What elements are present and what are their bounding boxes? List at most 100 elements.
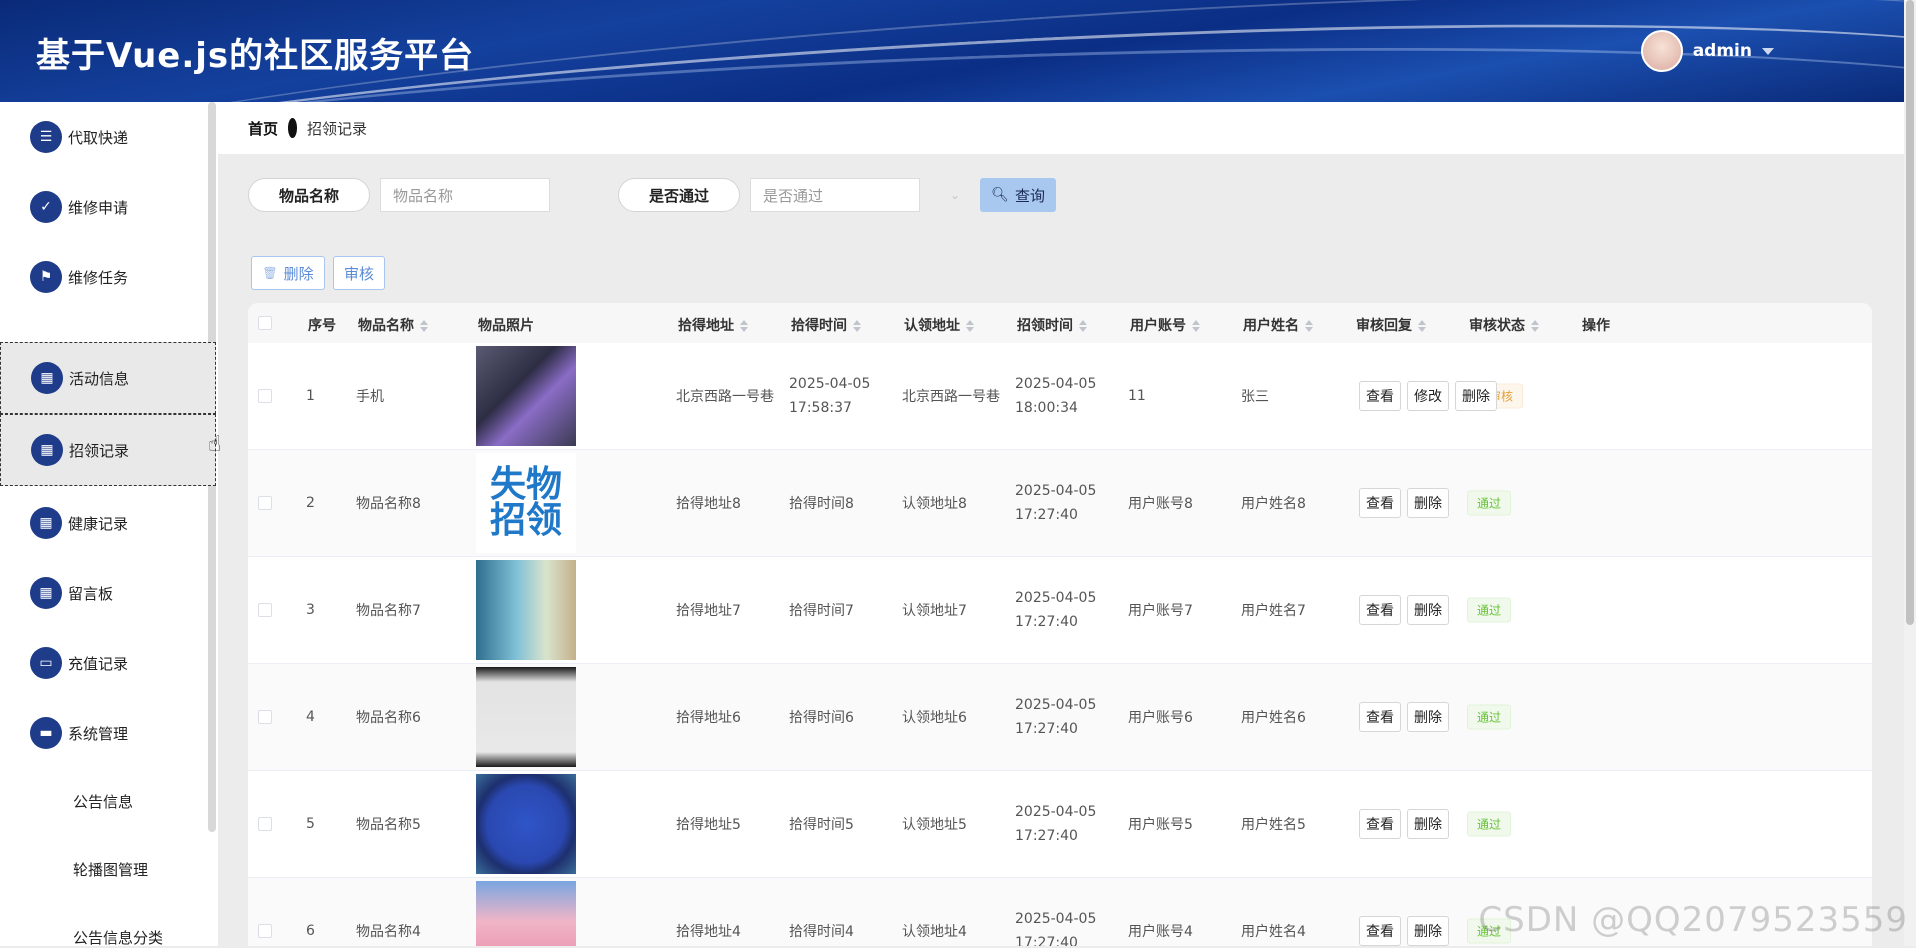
sort-icon[interactable] [966, 320, 974, 332]
sidebar-item-label: 系统管理 [68, 723, 128, 744]
cell-found-time: 拾得时间5 [789, 814, 854, 834]
sort-icon[interactable] [1418, 320, 1426, 332]
column-header-label: 审核状态 [1469, 318, 1525, 334]
page-scrollbar-thumb[interactable] [1906, 0, 1914, 625]
view-button[interactable]: 查看 [1359, 595, 1401, 625]
item-photo[interactable] [476, 774, 576, 874]
top-header: 基于Vue.js的社区服务平台 admin [0, 0, 1904, 102]
sidebar-subitem-carousel[interactable]: 轮播图管理 [73, 859, 148, 880]
sidebar-subitem-notice[interactable]: 公告信息 [73, 791, 133, 812]
item-photo[interactable]: 失物 招领 [476, 453, 576, 553]
pass-status-select[interactable]: 是否通过 [750, 178, 920, 212]
sidebar-subitem-notice-category[interactable]: 公告信息分类 [73, 927, 163, 948]
sidebar-item-label: 健康记录 [68, 513, 128, 534]
view-button[interactable]: 查看 [1359, 488, 1401, 518]
watermark: CSDN @QQ2079523559 [1478, 900, 1908, 940]
sidebar-item-repair-task[interactable]: ⚑ 维修任务 [0, 242, 216, 312]
avatar[interactable] [1641, 30, 1683, 72]
sort-icon[interactable] [1079, 320, 1087, 332]
username-label[interactable]: admin [1693, 41, 1752, 61]
sidebar-item-recharge[interactable]: ▭ 充值记录 [0, 628, 216, 698]
column-header-reply[interactable]: 审核回复 [1356, 315, 1426, 335]
cell-found-address: 北京西路一号巷 [676, 386, 774, 406]
column-header-photo: 物品照片 [478, 315, 534, 335]
row-checkbox[interactable] [258, 389, 272, 403]
view-button[interactable]: 查看 [1359, 381, 1401, 411]
delete-button[interactable]: 删除 [1407, 595, 1449, 625]
cell-username: 张三 [1241, 386, 1269, 406]
sort-icon[interactable] [740, 320, 748, 332]
cell-claim-address: 认领地址6 [902, 707, 967, 727]
clipboard-icon: ✓ [30, 191, 62, 223]
breadcrumb-home[interactable]: 首页 [248, 118, 278, 139]
column-header-found-time[interactable]: 拾得时间 [791, 315, 861, 335]
row-checkbox[interactable] [258, 710, 272, 724]
row-actions: 查看 修改 删除 [1359, 381, 1497, 411]
sort-icon[interactable] [1192, 320, 1200, 332]
view-button[interactable]: 查看 [1359, 809, 1401, 839]
item-photo[interactable] [476, 881, 576, 946]
sidebar-item-system[interactable]: ▬ 系统管理 [0, 698, 216, 768]
sidebar-item-activity[interactable]: ▦ 活动信息 [0, 342, 216, 414]
view-button[interactable]: 查看 [1359, 702, 1401, 732]
flag-icon: ⚑ [30, 261, 62, 293]
sidebar-item-label: 招领记录 [69, 440, 129, 461]
column-header-label: 用户账号 [1130, 318, 1186, 334]
cell-account: 用户账号5 [1128, 814, 1193, 834]
item-photo[interactable] [476, 346, 576, 446]
cell-found-time: 拾得时间4 [789, 921, 854, 941]
delete-button[interactable]: 删除 [1407, 809, 1449, 839]
cell-index: 4 [306, 709, 315, 725]
cell-found-time: 拾得时间7 [789, 600, 854, 620]
row-checkbox[interactable] [258, 817, 272, 831]
cell-claim-address: 认领地址5 [902, 814, 967, 834]
column-header-status[interactable]: 审核状态 [1469, 315, 1539, 335]
column-header-claim-time[interactable]: 招领时间 [1017, 315, 1087, 335]
edit-button[interactable]: 修改 [1407, 381, 1449, 411]
delete-button[interactable]: 删除 [1407, 702, 1449, 732]
page-scrollbar[interactable] [1904, 0, 1916, 946]
sidebar-item-health[interactable]: ▦ 健康记录 [0, 488, 216, 558]
column-header-label: 审核回复 [1356, 318, 1412, 334]
sort-icon[interactable] [1305, 320, 1313, 332]
status-badge: 通过 [1467, 705, 1511, 730]
view-button[interactable]: 查看 [1359, 916, 1401, 946]
caret-down-icon[interactable] [1762, 48, 1774, 55]
query-button[interactable]: 🔍︎ 查询 [980, 178, 1056, 212]
chevron-down-icon[interactable]: ⌄ [950, 188, 960, 202]
sidebar-item-repair-apply[interactable]: ✓ 维修申请 [0, 172, 216, 242]
row-checkbox[interactable] [258, 603, 272, 617]
delete-button[interactable]: 删除 [1407, 488, 1449, 518]
item-photo[interactable] [476, 560, 576, 660]
table-header: 序号 物品名称 物品照片 拾得地址 拾得时间 认领地址 招领时间 用户账号 用户… [248, 303, 1872, 343]
column-header-found-address[interactable]: 拾得地址 [678, 315, 748, 335]
delete-button[interactable]: 删除 [1407, 916, 1449, 946]
item-photo[interactable] [476, 667, 576, 767]
column-header-account[interactable]: 用户账号 [1130, 315, 1200, 335]
sidebar-item-express[interactable]: ☰ 代取快递 [0, 102, 216, 172]
sidebar-item-message-board[interactable]: ▦ 留言板 [0, 558, 216, 628]
sort-icon[interactable] [1531, 320, 1539, 332]
row-checkbox[interactable] [258, 496, 272, 510]
row-checkbox[interactable] [258, 924, 272, 938]
column-header-claim-address[interactable]: 认领地址 [904, 315, 974, 335]
batch-delete-button[interactable]: 🗑︎ 删除 [251, 256, 325, 290]
ticket-icon: ▬ [30, 717, 62, 749]
sidebar-item-label: 维修任务 [68, 267, 128, 288]
column-header-username[interactable]: 用户姓名 [1243, 315, 1313, 335]
list-icon: ☰ [30, 121, 62, 153]
sort-icon[interactable] [853, 320, 861, 332]
sort-icon[interactable] [420, 320, 428, 332]
table-row: 4 物品名称6 拾得地址6 拾得时间6 认领地址6 2025-04-05 17:… [248, 664, 1872, 771]
select-all-checkbox[interactable] [258, 316, 272, 330]
delete-button[interactable]: 删除 [1455, 381, 1497, 411]
column-header-name[interactable]: 物品名称 [358, 315, 428, 335]
cell-found-time: 2025-04-05 17:58:37 [789, 372, 885, 420]
item-name-input[interactable]: 物品名称 [380, 178, 550, 212]
user-menu[interactable]: admin [1641, 30, 1774, 72]
cell-account: 用户账号6 [1128, 707, 1193, 727]
review-button[interactable]: 审核 [333, 256, 385, 290]
cell-name: 手机 [356, 386, 384, 406]
column-header-label: 物品名称 [358, 318, 414, 334]
sidebar-item-lost-found[interactable]: ▦ 招领记录 [0, 414, 216, 486]
